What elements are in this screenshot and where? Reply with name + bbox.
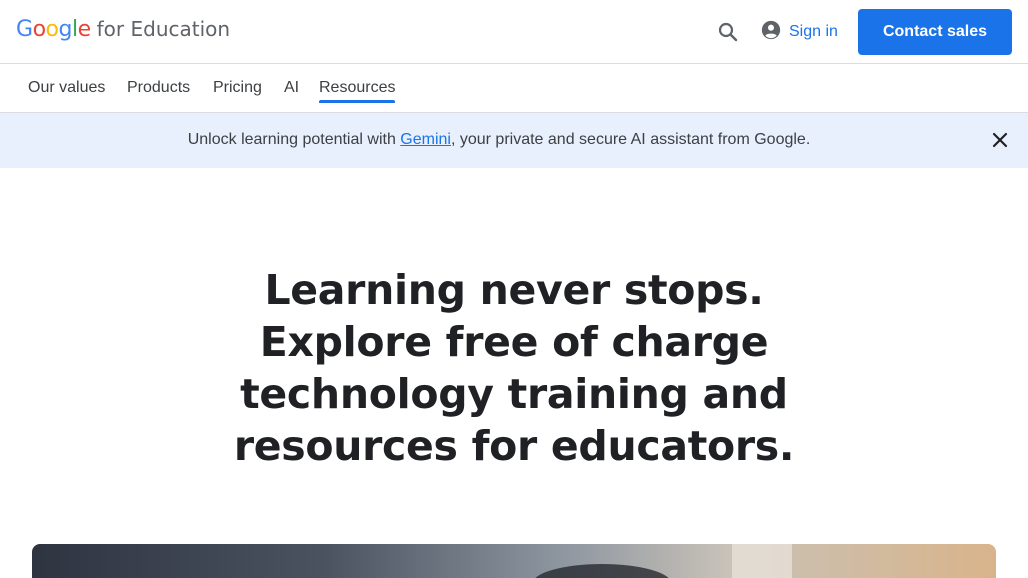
google-wordmark: Google [16, 17, 91, 42]
search-icon[interactable] [716, 20, 740, 44]
sign-in-button[interactable]: Sign in [760, 20, 838, 44]
nav-item-products[interactable]: Products [127, 79, 190, 97]
top-bar: Google for Education Sign in Contact sal… [0, 0, 1028, 64]
nav-item-resources[interactable]: Resources [319, 79, 395, 97]
gemini-promo-banner: Unlock learning potential with Gemini, y… [0, 113, 1028, 168]
logo-suffix: for Education [96, 17, 231, 41]
sign-in-label: Sign in [789, 23, 838, 40]
contact-sales-button[interactable]: Contact sales [858, 9, 1012, 55]
hero-image-detail [532, 564, 672, 578]
nav-item-pricing[interactable]: Pricing [213, 79, 262, 97]
nav-item-ai[interactable]: AI [284, 79, 299, 97]
hero-line: Explore free of charge [259, 318, 769, 366]
close-icon[interactable] [988, 128, 1012, 152]
hero-heading: Learning never stops. Explore free of ch… [0, 264, 1028, 472]
hero-line: technology training and [240, 370, 788, 418]
google-for-education-logo[interactable]: Google for Education [16, 17, 230, 47]
hero-image-highlight [732, 544, 792, 578]
active-tab-indicator [319, 100, 395, 103]
banner-suffix: , your private and secure AI assistant f… [450, 131, 811, 148]
secondary-nav: Our values Products Pricing AI Resources [0, 64, 1028, 113]
gemini-link[interactable]: Gemini [400, 131, 451, 148]
banner-prefix: Unlock learning potential with [187, 131, 401, 148]
hero-image [32, 544, 996, 578]
hero-line: resources for educators. [233, 422, 795, 470]
banner-message: Unlock learning potential with Gemini, y… [0, 131, 998, 149]
hero-line: Learning never stops. [264, 266, 764, 314]
account-circle-icon [760, 19, 782, 46]
nav-item-our-values[interactable]: Our values [28, 79, 105, 97]
